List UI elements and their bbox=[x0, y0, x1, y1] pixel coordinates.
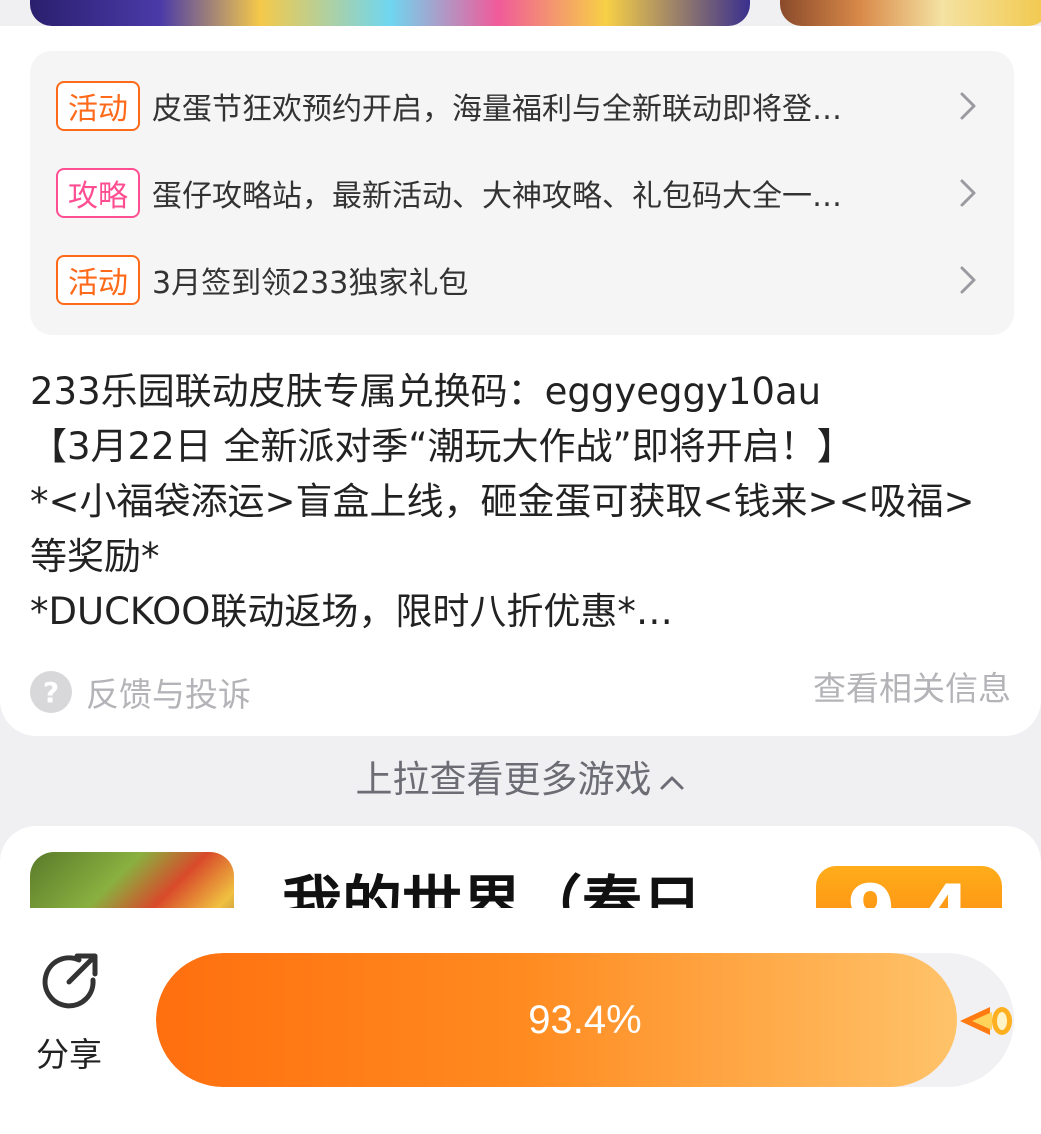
game-info-card: 活动 皮蛋节狂欢预约开启，海量福利与全新联动即将登… 攻略 蛋仔攻略站，最新活动… bbox=[0, 26, 1041, 736]
pull-up-label: 上拉查看更多游戏 bbox=[355, 758, 652, 801]
news-title: 3月签到领233独家礼包 bbox=[152, 266, 469, 301]
game-description[interactable]: 233乐园联动皮肤专属兑换码：eggyeggy10au 【3月22日 全新派对季… bbox=[30, 364, 1005, 639]
question-icon: ? bbox=[30, 671, 72, 713]
share-label: 分享 bbox=[36, 1035, 102, 1074]
description-line: *<小福袋添运>盲盒上线，砸金蛋可获取<钱来><吸福>等奖励* bbox=[30, 480, 975, 578]
download-progress-text: 93.4% bbox=[528, 997, 642, 1042]
share-icon bbox=[42, 953, 98, 1009]
news-tag: 活动 bbox=[56, 255, 140, 305]
feedback-label: 反馈与投诉 bbox=[86, 675, 251, 714]
share-button[interactable]: 分享 bbox=[30, 950, 108, 1076]
news-item[interactable]: 活动 3月签到领233独家礼包 bbox=[56, 254, 988, 306]
news-tag: 攻略 bbox=[56, 168, 140, 218]
download-progress-button[interactable]: 93.4% bbox=[156, 953, 1014, 1087]
rocket-icon bbox=[960, 1007, 1012, 1035]
pull-up-more-games[interactable]: 上拉查看更多游戏 bbox=[0, 754, 1041, 806]
news-list: 活动 皮蛋节狂欢预约开启，海量福利与全新联动即将登… 攻略 蛋仔攻略站，最新活动… bbox=[30, 51, 1014, 335]
banner-image[interactable] bbox=[30, 0, 750, 26]
news-tag: 活动 bbox=[56, 81, 140, 131]
news-title: 皮蛋节狂欢预约开启，海量福利与全新联动即将登… bbox=[152, 92, 842, 127]
banner-image-secondary[interactable] bbox=[780, 0, 1041, 26]
description-line: 233乐园联动皮肤专属兑换码：eggyeggy10au bbox=[30, 370, 822, 413]
news-item[interactable]: 攻略 蛋仔攻略站，最新活动、大神攻略、礼包码大全一… bbox=[56, 167, 988, 219]
chevron-up-icon bbox=[660, 776, 683, 789]
game-title: 我的世界（春日 bbox=[282, 870, 702, 908]
next-game-card[interactable]: 我的世界（春日 9.4 bbox=[0, 826, 1041, 908]
bottom-action-bar: 分享 93.4% bbox=[0, 908, 1041, 1134]
description-line: *DUCKOO联动返场，限时八折优惠*… bbox=[30, 590, 673, 633]
game-thumbnail[interactable] bbox=[30, 852, 234, 908]
chevron-right-icon bbox=[960, 266, 976, 294]
news-item[interactable]: 活动 皮蛋节狂欢预约开启，海量福利与全新联动即将登… bbox=[56, 80, 988, 132]
description-line: 【3月22日 全新派对季“潮玩大作战”即将开启！】 bbox=[30, 425, 854, 468]
chevron-right-icon bbox=[960, 179, 976, 207]
score-badge: 9.4 bbox=[816, 866, 1002, 908]
chevron-right-icon bbox=[960, 92, 976, 120]
feedback-link[interactable]: ? 反馈与投诉 bbox=[30, 668, 251, 716]
related-info-link[interactable]: 查看相关信息 bbox=[813, 668, 1011, 710]
news-title: 蛋仔攻略站，最新活动、大神攻略、礼包码大全一… bbox=[152, 179, 842, 214]
